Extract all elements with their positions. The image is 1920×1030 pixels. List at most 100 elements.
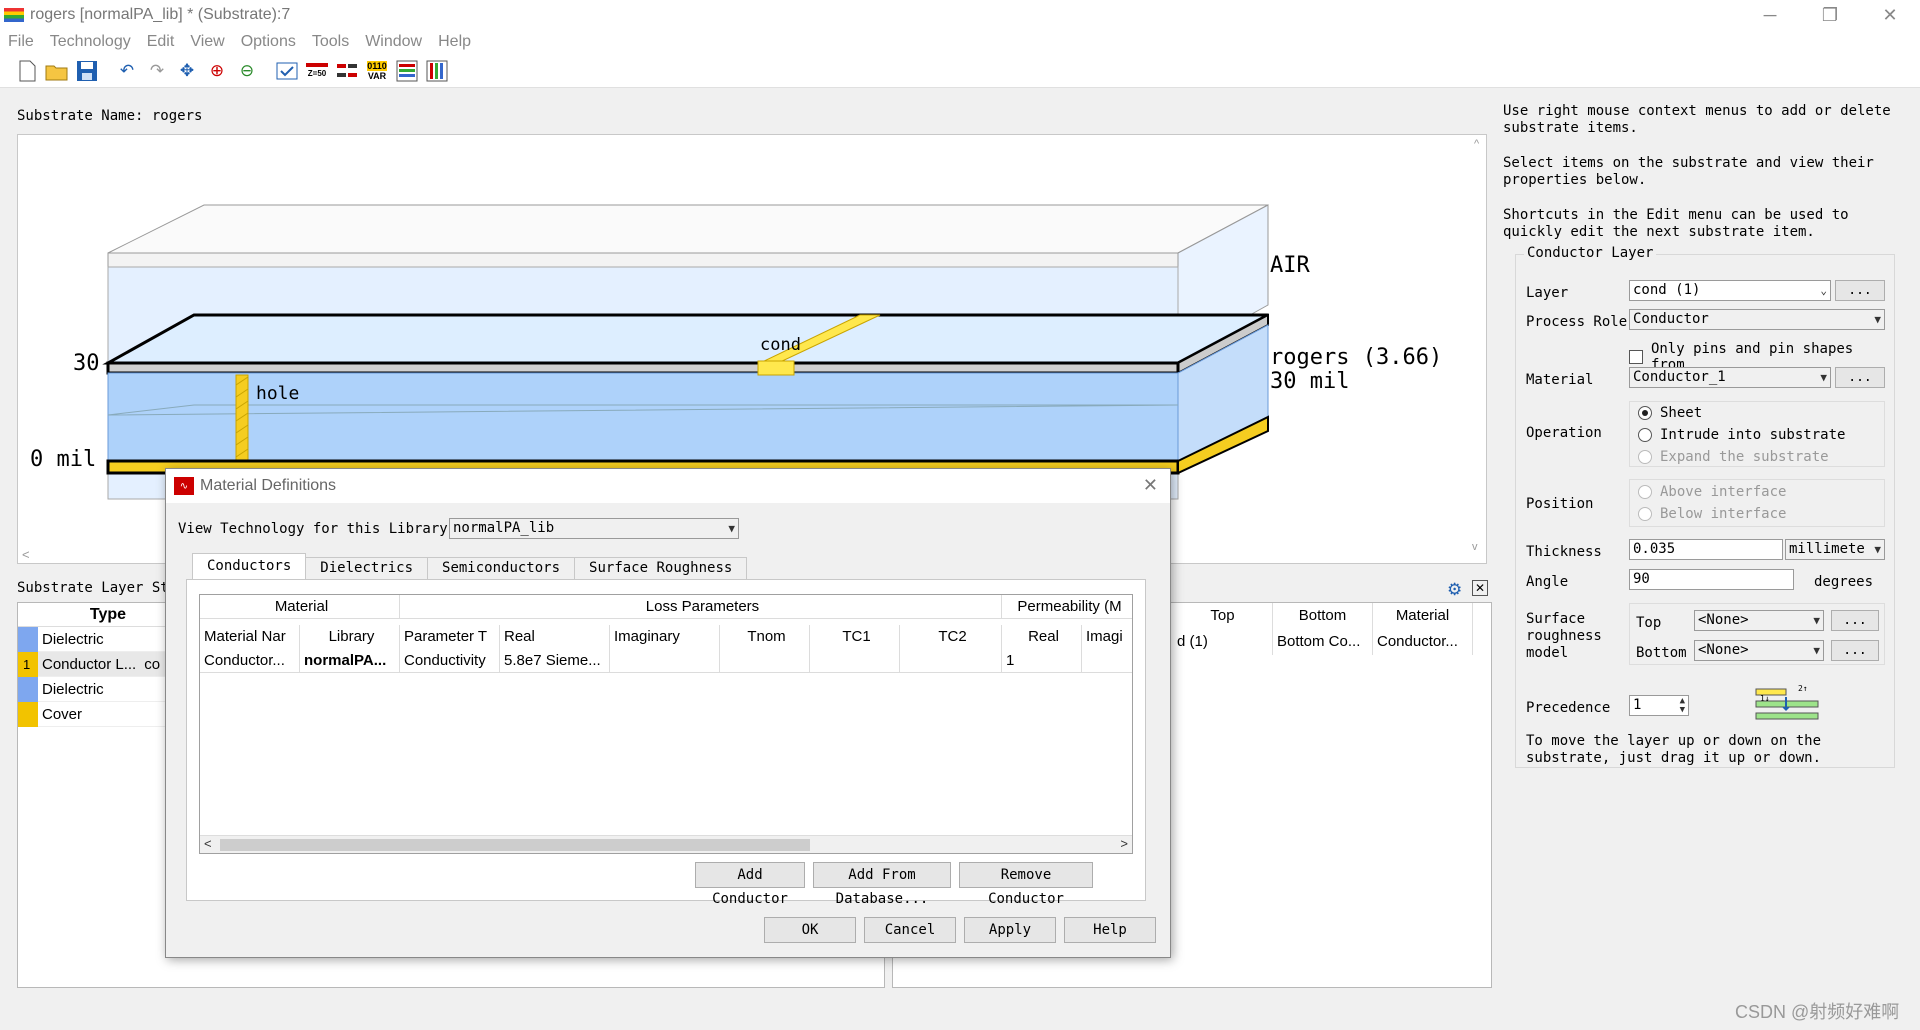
cell-perm-real[interactable]: 1 [1002, 649, 1082, 673]
menu-tools[interactable]: Tools [312, 33, 349, 51]
undo-icon[interactable]: ↶ [114, 58, 140, 84]
op-sheet-radio[interactable]: Sheet [1638, 405, 1702, 421]
menu-window[interactable]: Window [365, 33, 422, 51]
layer-select[interactable]: cond (1) ⌄ [1629, 280, 1831, 301]
surface-label-2: roughness [1526, 628, 1602, 644]
ok-button[interactable]: OK [764, 917, 856, 943]
layer-more-button[interactable]: ... [1835, 280, 1885, 301]
cell-real[interactable]: 5.8e7 Sieme... [500, 649, 610, 673]
gear-icon[interactable]: ⚙ [1447, 580, 1465, 599]
col-imaginary[interactable]: Imaginary [610, 625, 720, 649]
cancel-button[interactable]: Cancel [864, 917, 956, 943]
col-parameter-type[interactable]: Parameter T [400, 625, 500, 649]
cell-tc1[interactable] [810, 649, 900, 673]
menu-edit[interactable]: Edit [147, 33, 175, 51]
material-definitions-dialog: ∿ Material Definitions ✕ View Technology… [165, 468, 1171, 958]
layer-stack-title: Substrate Layer Sta [17, 580, 178, 596]
precedence-spinner[interactable]: 1 ▲ ▼ [1629, 695, 1689, 716]
split-icon[interactable] [334, 58, 360, 84]
check-icon[interactable] [274, 58, 300, 84]
svg-text:2↑: 2↑ [1798, 684, 1808, 693]
minimize-button[interactable]: ─ [1740, 0, 1800, 30]
view-technology-label: View Technology for this Library: [178, 521, 457, 537]
cell-material-name[interactable]: Conductor... [200, 649, 300, 673]
var-icon[interactable]: 0110 VAR [364, 58, 390, 84]
col-tc1[interactable]: TC1 [810, 625, 900, 649]
cell-parameter-type[interactable]: Conductivity [400, 649, 500, 673]
col-tnom[interactable]: Tnom [720, 625, 810, 649]
library-select[interactable]: normalPA_lib ▼ [449, 518, 739, 539]
apply-button[interactable]: Apply [964, 917, 1056, 943]
save-icon[interactable] [74, 58, 100, 84]
material-select[interactable]: Conductor_1 ▼ [1629, 367, 1831, 388]
col-perm-real[interactable]: Real [1002, 625, 1082, 649]
cell-imaginary[interactable] [610, 649, 720, 673]
restore-button[interactable]: ❐ [1800, 0, 1860, 30]
z50-icon[interactable]: Z=50 [304, 58, 330, 84]
layers-red-icon[interactable] [394, 58, 420, 84]
help-button[interactable]: Help [1064, 917, 1156, 943]
add-from-database-button[interactable]: Add From Database... [813, 862, 951, 907]
col-material-name[interactable]: Material Nar [200, 625, 300, 649]
list-item[interactable]: Dielectric [18, 676, 168, 702]
surface-top-more-button[interactable]: ... [1831, 610, 1879, 631]
dialog-title-bar: ∿ Material Definitions ✕ [166, 469, 1170, 503]
remove-conductor-button[interactable]: Remove Conductor [959, 862, 1093, 907]
cell-tc2[interactable] [900, 649, 1002, 673]
surface-top-select[interactable]: <None> ▼ [1694, 610, 1824, 631]
watermark: CSDN @射频好难啊 [1735, 1002, 1900, 1022]
menu-help[interactable]: Help [438, 33, 471, 51]
surface-bottom-select[interactable]: <None> ▼ [1694, 640, 1824, 661]
cell-library[interactable]: normalPA... [300, 649, 400, 673]
list-item[interactable]: Cover [18, 701, 168, 727]
zoom-out-icon[interactable]: ⊖ [234, 58, 260, 84]
bottom-cell[interactable]: Bottom Co... [1273, 629, 1372, 655]
material-cell[interactable]: Conductor... [1373, 629, 1472, 655]
list-item[interactable]: 1 Conductor L... co [18, 651, 168, 677]
tab-dielectrics[interactable]: Dielectrics [305, 557, 429, 579]
tab-conductors[interactable]: Conductors [192, 553, 307, 579]
process-role-select[interactable]: Conductor ▼ [1629, 309, 1885, 330]
thickness-unit-select[interactable]: millimete ▼ [1785, 539, 1885, 560]
layer-list: Dielectric 1 Conductor L... co Dielectric … [18, 626, 168, 727]
col-real[interactable]: Real [500, 625, 610, 649]
open-folder-icon[interactable] [44, 58, 70, 84]
redo-icon[interactable]: ↷ [144, 58, 170, 84]
air-label: AIR [1270, 253, 1310, 278]
top-cell[interactable]: d (1) [1173, 629, 1272, 655]
tab-surface-roughness[interactable]: Surface Roughness [574, 557, 748, 579]
menu-options[interactable]: Options [241, 33, 296, 51]
zoom-in-icon[interactable]: ⊕ [204, 58, 230, 84]
angle-input[interactable]: 90 [1629, 569, 1794, 590]
menu-technology[interactable]: Technology [50, 33, 131, 51]
dielectric-thickness-label: 30 mil [1270, 369, 1350, 394]
pan-icon[interactable]: ✥ [174, 58, 200, 84]
surface-bottom-more-button[interactable]: ... [1831, 640, 1879, 661]
material-more-button[interactable]: ... [1835, 367, 1885, 388]
cell-tnom[interactable] [720, 649, 810, 673]
pos-above-radio: Above interface [1638, 484, 1786, 500]
layers-blue-icon[interactable] [424, 58, 450, 84]
thickness-input[interactable]: 0.035 [1629, 539, 1783, 560]
horizontal-scrollbar[interactable]: < > [200, 835, 1132, 853]
menu-file[interactable]: File [8, 33, 34, 51]
info-panel: Use right mouse context menus to add or … [1503, 103, 1911, 259]
col-tc2[interactable]: TC2 [900, 625, 1002, 649]
add-conductor-button[interactable]: Add Conductor [695, 862, 805, 907]
conductor-grid: Material Loss Parameters Permeability (M… [199, 594, 1133, 854]
col-library[interactable]: Library [300, 625, 400, 649]
col-perm-imag[interactable]: Imagi [1082, 625, 1132, 649]
substrate-name: rogers [151, 108, 203, 124]
new-file-icon[interactable] [14, 58, 40, 84]
svg-text:v: v [1472, 541, 1478, 553]
close-button[interactable]: ✕ [1860, 0, 1920, 30]
op-intrude-radio[interactable]: Intrude into substrate [1638, 427, 1845, 443]
angle-unit: degrees [1814, 574, 1874, 590]
y-30-label: 30 [73, 351, 100, 376]
menu-view[interactable]: View [190, 33, 224, 51]
close-panel-icon[interactable]: ✕ [1472, 580, 1488, 596]
cell-perm-imag[interactable] [1082, 649, 1132, 673]
dialog-close-icon[interactable]: ✕ [1143, 475, 1158, 496]
tab-semiconductors[interactable]: Semiconductors [427, 557, 576, 579]
list-item[interactable]: Dielectric [18, 626, 168, 652]
